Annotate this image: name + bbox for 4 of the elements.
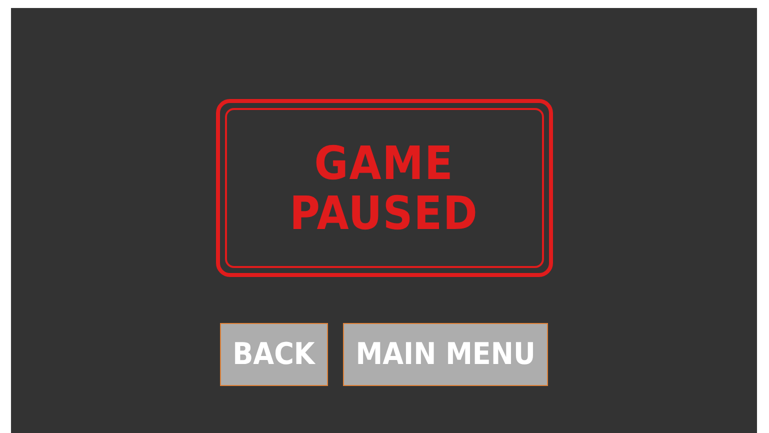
menu-button[interactable]: BACK	[220, 323, 328, 386]
paused-title: GAME	[314, 140, 454, 186]
paused-title: PAUSED	[290, 190, 478, 236]
menu-button[interactable]: MAIN MENU	[342, 323, 548, 386]
